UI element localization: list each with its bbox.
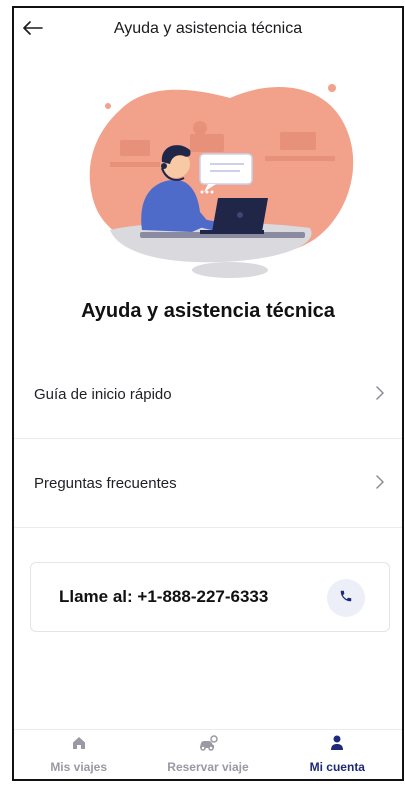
tab-label: Mi cuenta xyxy=(309,760,365,774)
app-screen: Ayuda y asistencia técnica Ayuda y asist… xyxy=(12,6,404,781)
car-icon xyxy=(198,735,218,756)
call-support-card[interactable]: Llame al: +1-888-227-6333 xyxy=(30,562,390,632)
header-title: Ayuda y asistencia técnica xyxy=(113,20,303,37)
support-illustration xyxy=(80,70,360,285)
menu-item-faq[interactable]: Preguntas frecuentes xyxy=(14,439,402,527)
chevron-right-icon xyxy=(376,386,385,405)
tab-label: Reservar viaje xyxy=(167,760,249,774)
menu-item-label: Preguntas frecuentes xyxy=(34,474,177,492)
phone-icon xyxy=(339,589,353,608)
home-icon xyxy=(71,735,87,756)
call-button[interactable] xyxy=(327,579,365,617)
tab-mis-viajes[interactable]: Mis viajes xyxy=(14,730,143,779)
bottom-tab-bar: Mis viajes Reservar viaje Mi cuenta xyxy=(14,729,402,779)
chevron-right-icon xyxy=(376,475,385,494)
tab-reservar-viaje[interactable]: Reservar viaje xyxy=(143,730,272,779)
tab-label: Mis viajes xyxy=(50,760,108,774)
tab-mi-cuenta[interactable]: Mi cuenta xyxy=(273,730,402,779)
top-bar: Ayuda y asistencia técnica xyxy=(14,8,402,54)
menu-item-quick-start[interactable]: Guía de inicio rápido xyxy=(14,350,402,438)
menu-item-label: Guía de inicio rápido xyxy=(34,385,172,403)
person-icon xyxy=(330,735,344,756)
page-title: Ayuda y asistencia técnica xyxy=(81,300,335,322)
call-support-label: Llame al: +1-888-227-6333 xyxy=(59,587,269,606)
divider xyxy=(14,527,402,528)
